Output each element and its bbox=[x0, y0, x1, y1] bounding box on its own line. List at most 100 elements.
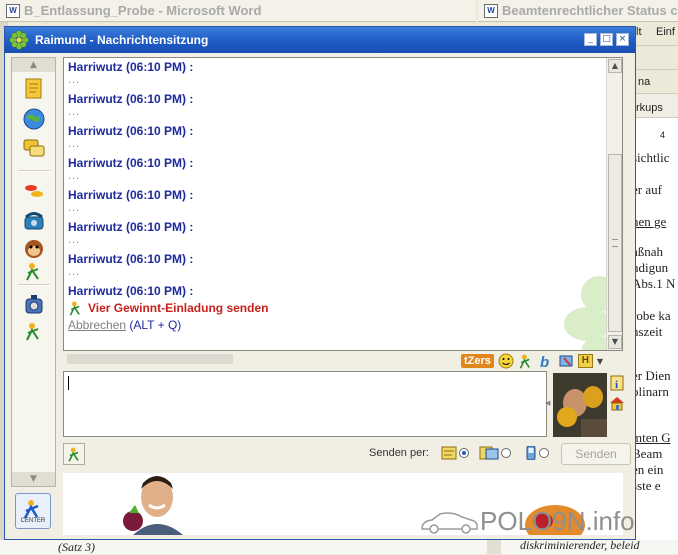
scroll-down-arrow-icon[interactable]: ▼ bbox=[608, 335, 622, 349]
send-option-multi[interactable] bbox=[479, 446, 511, 460]
telephone-icon[interactable] bbox=[21, 208, 47, 234]
word-menu-fragment: Einf bbox=[656, 26, 675, 38]
chat-history-scrollbar[interactable]: ▲ ▼ bbox=[606, 58, 622, 350]
four-wins-game-icon bbox=[69, 301, 80, 316]
text-caret bbox=[68, 376, 69, 390]
message-sender-time: Harriwutz (06:10 PM) : bbox=[68, 220, 194, 234]
message-sender-time: Harriwutz (06:10 PM) : bbox=[68, 252, 194, 266]
send-via-label: Senden per: bbox=[369, 447, 429, 459]
window-title: Raimund - Nachrichtensitzung bbox=[35, 33, 209, 47]
toolbar-dropdown-icon[interactable]: ▼ bbox=[597, 357, 603, 366]
send-button[interactable]: Senden bbox=[561, 443, 631, 465]
contact-avatar[interactable] bbox=[553, 373, 607, 437]
background-doc-text: (Satz 3) bbox=[58, 540, 95, 554]
font-style-icon[interactable]: b bbox=[538, 353, 554, 369]
background-word-title-text: B_Entlassung_Probe - Microsoft Word bbox=[24, 3, 262, 18]
message-sender-time: Harriwutz (06:10 PM) : bbox=[68, 60, 194, 74]
collapse-arrow-icon[interactable]: ◀ bbox=[545, 399, 550, 407]
four-wins-game-icon[interactable] bbox=[21, 258, 47, 284]
car-logo-icon bbox=[421, 511, 478, 534]
background-doc-text: Abs.1 N bbox=[636, 276, 676, 291]
background-doc-text: nszeit bbox=[636, 324, 663, 339]
notes-icon[interactable] bbox=[21, 76, 47, 102]
history-button[interactable]: H bbox=[577, 354, 593, 368]
svg-text:b: b bbox=[540, 354, 549, 369]
word-document-icon: W bbox=[484, 3, 498, 18]
scrollbar-thumb[interactable] bbox=[608, 154, 622, 332]
background-doc-text: er Dien bbox=[636, 368, 671, 383]
invite-text: Vier Gewinnt-Einladung senden bbox=[88, 301, 269, 315]
maximize-button[interactable]: □ bbox=[600, 33, 613, 46]
center-label: CENTER bbox=[20, 518, 46, 524]
globe-icon[interactable] bbox=[21, 106, 47, 132]
message-input[interactable] bbox=[63, 371, 547, 437]
background-doc-text: Beam bbox=[636, 446, 663, 461]
chat-message: Harriwutz (06:10 PM) : bbox=[68, 284, 193, 298]
message-body: ... bbox=[68, 234, 81, 246]
cancel-shortcut: (ALT + Q) bbox=[129, 318, 182, 332]
message-body: ... bbox=[68, 74, 81, 86]
background-word-title-left[interactable]: W B_Entlassung_Probe - Microsoft Word bbox=[0, 0, 476, 22]
webcam-icon[interactable] bbox=[21, 292, 47, 318]
message-sender-time: Harriwutz (06:10 PM) : bbox=[68, 284, 194, 298]
chat-history[interactable]: Harriwutz (06:10 PM) :... Harriwutz (06:1… bbox=[63, 57, 623, 351]
background-doc-text: ndigun bbox=[636, 260, 669, 275]
chat-message: Harriwutz (06:10 PM) :... bbox=[68, 220, 193, 246]
message-body: ... bbox=[68, 106, 81, 118]
game-invite-line: Vier Gewinnt-Einladung senden bbox=[68, 300, 268, 316]
home-icon[interactable] bbox=[609, 395, 625, 411]
background-doc-text: nen ge bbox=[636, 214, 667, 229]
game-pieces-icon[interactable] bbox=[21, 178, 47, 204]
icq-center-button[interactable]: CENTER bbox=[15, 493, 51, 529]
message-sender-time: Harriwutz (06:10 PM) : bbox=[68, 156, 194, 170]
send-option-radio[interactable] bbox=[459, 448, 469, 458]
send-option-sms[interactable] bbox=[525, 446, 549, 460]
background-word-title-text: Beamtenrechtlicher Status c bbox=[502, 3, 678, 18]
polo9n-watermark: POLO9N.info bbox=[418, 506, 635, 537]
send-option-icq[interactable] bbox=[441, 446, 469, 460]
boxing-photo-icon bbox=[553, 373, 607, 437]
tzers-button[interactable]: tZers bbox=[461, 354, 494, 368]
send-option-radio[interactable] bbox=[539, 448, 549, 458]
minimize-button[interactable]: _ bbox=[584, 33, 597, 46]
message-sender-time: Harriwutz (06:10 PM) : bbox=[68, 124, 194, 138]
background-word-document-right: lt Einf na rkups 4 sichtlic er auf nen ge a… bbox=[636, 22, 678, 554]
scroll-up-arrow-icon[interactable]: ▲ bbox=[12, 58, 55, 72]
smiley-icon[interactable] bbox=[498, 353, 514, 369]
info-icon[interactable]: i bbox=[609, 375, 625, 391]
scroll-down-arrow-icon[interactable]: ▼ bbox=[12, 472, 55, 486]
chat-message: Harriwutz (06:10 PM) :... bbox=[68, 124, 193, 150]
four-wins-game-icon[interactable] bbox=[518, 353, 534, 369]
word-menu-fragment: lt bbox=[636, 26, 642, 38]
game-menu-button[interactable] bbox=[63, 443, 85, 465]
message-icon bbox=[441, 446, 457, 460]
four-wins-game-icon bbox=[68, 447, 79, 462]
scroll-up-arrow-icon[interactable]: ▲ bbox=[608, 59, 622, 73]
word-ruler-number: 4 bbox=[660, 130, 666, 140]
multi-message-icon bbox=[479, 446, 499, 460]
background-doc-text: en ein bbox=[636, 462, 664, 477]
send-file-icon[interactable] bbox=[558, 353, 574, 369]
chat-bubbles-icon[interactable] bbox=[21, 136, 47, 162]
chat-message: Harriwutz (06:10 PM) :... bbox=[68, 60, 193, 86]
background-doc-text: plinarn bbox=[636, 384, 669, 399]
background-doc-text: aßnah bbox=[636, 244, 664, 259]
chat-message: Harriwutz (06:10 PM) :... bbox=[68, 188, 193, 214]
window-title-bar[interactable]: Raimund - Nachrichtensitzung _ □ × bbox=[5, 27, 635, 53]
send-option-radio[interactable] bbox=[501, 448, 511, 458]
background-word-title-right[interactable]: W Beamtenrechtlicher Status c bbox=[478, 0, 678, 22]
close-button[interactable]: × bbox=[616, 33, 629, 46]
four-wins-game-icon[interactable] bbox=[21, 318, 47, 344]
background-doc-text: mten G bbox=[636, 430, 671, 445]
chat-message: Harriwutz (06:10 PM) :... bbox=[68, 252, 193, 278]
icq-message-window: Raimund - Nachrichtensitzung _ □ × ▲ ▼ C… bbox=[4, 26, 636, 540]
background-doc-text: sichtlic bbox=[636, 150, 670, 165]
cancel-link[interactable]: Abbrechen bbox=[68, 318, 126, 332]
message-body: ... bbox=[68, 202, 81, 214]
avatar-side-icons: i bbox=[609, 375, 629, 411]
input-toolbar: tZers b H ▼ bbox=[461, 353, 603, 369]
cancel-line: Abbrechen (ALT + Q) bbox=[68, 318, 181, 332]
chat-message: Harriwutz (06:10 PM) :... bbox=[68, 92, 193, 118]
smiling-man-ad-image bbox=[113, 475, 197, 535]
mobile-phone-icon bbox=[526, 446, 536, 460]
